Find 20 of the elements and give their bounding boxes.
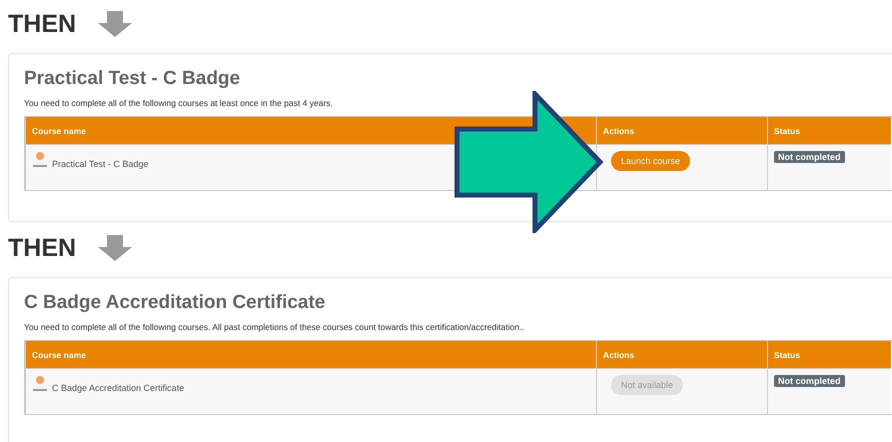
course-name: Practical Test - C Badge bbox=[52, 159, 148, 169]
column-header: Actions bbox=[596, 341, 767, 368]
then-heading: THEN bbox=[8, 234, 76, 262]
column-header: Status bbox=[767, 341, 891, 368]
card-description: You need to complete all of the following courses at least once in the past 4 years. bbox=[24, 98, 334, 108]
launch-course-button[interactable]: Launch course bbox=[611, 151, 690, 171]
status-badge: Not completed bbox=[774, 375, 845, 387]
column-header: Course name bbox=[25, 341, 596, 368]
down-arrow-icon bbox=[98, 235, 132, 261]
column-header: Status bbox=[767, 117, 891, 144]
course-logo-icon bbox=[32, 375, 48, 393]
card-description: You need to complete all of the following courses. All past completions of these courses count towards this certification/accreditation.. bbox=[24, 322, 526, 332]
course-logo-icon bbox=[32, 151, 48, 169]
down-arrow-icon bbox=[98, 11, 132, 37]
then-heading: THEN bbox=[8, 10, 76, 38]
card-title: Practical Test - C Badge bbox=[24, 68, 242, 90]
column-header: Actions bbox=[596, 117, 767, 144]
course-name: C Badge Accreditation Certificate bbox=[52, 383, 184, 393]
card-title: C Badge Accreditation Certificate bbox=[24, 292, 326, 314]
status-badge: Not completed bbox=[774, 151, 845, 163]
